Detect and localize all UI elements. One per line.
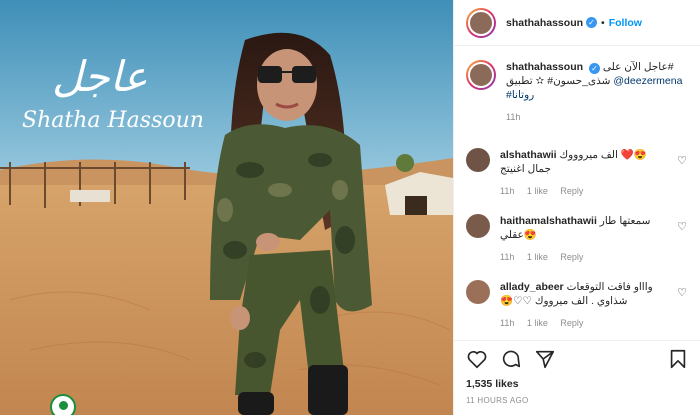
comment-text: عقلي😍 bbox=[500, 229, 537, 241]
caption-mention-link[interactable]: @deezermena bbox=[613, 75, 682, 87]
rotana-logo bbox=[50, 394, 76, 415]
reply-button[interactable]: Reply bbox=[560, 318, 583, 328]
avatar[interactable] bbox=[466, 60, 496, 90]
post-timestamp[interactable]: 11 HOURS AGO bbox=[466, 396, 689, 405]
share-icon[interactable] bbox=[534, 348, 556, 370]
comment-item: alshathawii الف ميروووك ❤️😍 جمال اغنيتج … bbox=[454, 148, 700, 198]
reply-button[interactable]: Reply bbox=[560, 252, 583, 262]
avatar[interactable] bbox=[466, 7, 496, 38]
caption-timestamp[interactable]: 11h bbox=[506, 110, 682, 124]
post-actions: 1,535 likes 11 HOURS AGO bbox=[454, 340, 700, 405]
heart-icon[interactable]: ♡ bbox=[677, 154, 687, 167]
post-sidebar: shathahassoun ✓ • Follow shathahassoun ✓… bbox=[453, 0, 700, 415]
follow-button[interactable]: Follow bbox=[609, 17, 642, 29]
comment-time[interactable]: 11h bbox=[500, 186, 514, 196]
caption-hashtag-link[interactable]: #روتانا bbox=[506, 88, 682, 102]
verified-icon: ✓ bbox=[588, 63, 600, 74]
verified-icon: ✓ bbox=[586, 17, 598, 28]
post-image[interactable]: عاجل Shatha Hassoun bbox=[0, 0, 453, 415]
comment-text: الف ميروووك ❤️😍 bbox=[559, 149, 647, 161]
header-username[interactable]: shathahassoun bbox=[506, 17, 583, 29]
avatar[interactable] bbox=[466, 148, 490, 172]
comment-username[interactable]: haithamalshathawii bbox=[500, 215, 597, 227]
comment-time[interactable]: 11h bbox=[500, 252, 514, 262]
comment-text: سمعتها طار bbox=[599, 215, 651, 227]
likes-count[interactable]: 1,535 likes bbox=[466, 378, 689, 390]
reply-button[interactable]: Reply bbox=[560, 186, 583, 196]
comment-likes[interactable]: 1 like bbox=[527, 186, 548, 196]
comment-time[interactable]: 11h bbox=[500, 318, 514, 328]
caption-text: شذى_حسون# ✫ تطبيق bbox=[506, 75, 614, 87]
caption-username[interactable]: shathahassoun bbox=[506, 61, 583, 73]
overlay-artist-name: Shatha Hassoun bbox=[22, 108, 204, 133]
overlay-arabic-title: عاجل bbox=[52, 52, 148, 101]
heart-icon[interactable] bbox=[466, 348, 488, 370]
post-caption: shathahassoun ✓ عاجل الآن على# شذى_حسون#… bbox=[454, 46, 700, 124]
comment-text: جمال اغنيتج bbox=[500, 163, 551, 175]
post-header: shathahassoun ✓ • Follow bbox=[454, 0, 700, 46]
avatar[interactable] bbox=[466, 280, 490, 304]
comment-text: واااو فاقت التوقعات bbox=[566, 281, 653, 293]
bookmark-icon[interactable] bbox=[667, 348, 689, 370]
comment-likes[interactable]: 1 like bbox=[527, 318, 548, 328]
comment-username[interactable]: alshathawii bbox=[500, 149, 557, 161]
comment-item: haithamalshathawii سمعتها طار عقلي😍 11h … bbox=[454, 214, 700, 264]
comment-likes[interactable]: 1 like bbox=[527, 252, 548, 262]
heart-icon[interactable]: ♡ bbox=[677, 286, 687, 299]
comment-text: 😍♡♡ شذاوي . الف ميرووك bbox=[500, 295, 628, 307]
avatar[interactable] bbox=[466, 214, 490, 238]
separator-dot: • bbox=[601, 16, 605, 29]
comment-username[interactable]: allady_abeer bbox=[500, 281, 564, 293]
caption-text: عاجل الآن على# bbox=[602, 61, 674, 73]
comment-item: allady_abeer واااو فاقت التوقعات 😍♡♡ شذا… bbox=[454, 280, 700, 330]
heart-icon[interactable]: ♡ bbox=[677, 220, 687, 233]
comment-icon[interactable] bbox=[500, 348, 522, 370]
